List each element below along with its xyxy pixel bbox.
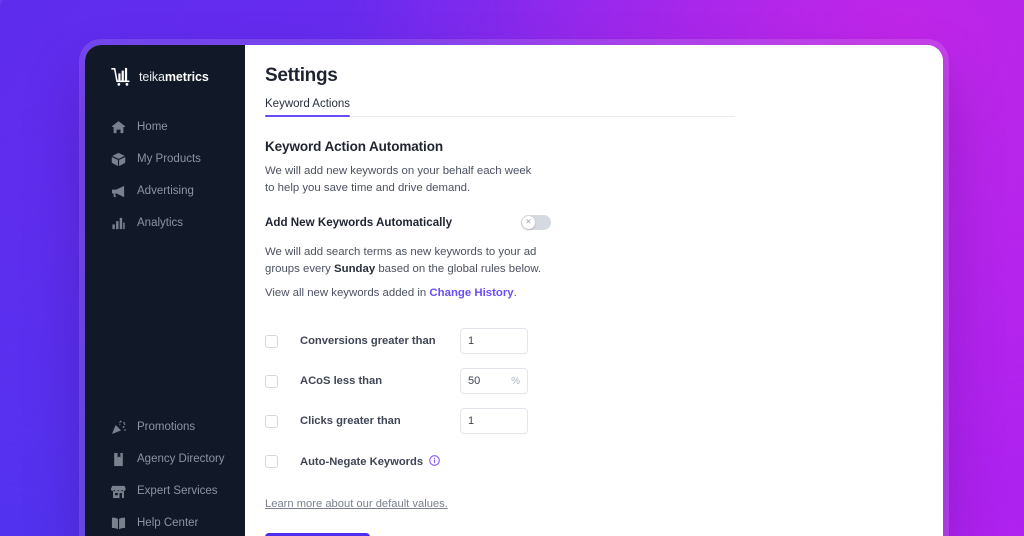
- sidebar: teikametrics Home My Products Advertisin: [85, 45, 245, 536]
- toggle-knob-x-icon: ✕: [522, 215, 535, 229]
- rule-value-conversions: 1: [468, 335, 475, 348]
- sidebar-item-advertising[interactable]: Advertising: [85, 175, 245, 207]
- tab-bar: Keyword Actions: [265, 98, 735, 117]
- sidebar-item-label: Analytics: [137, 217, 184, 229]
- auto-add-keywords-toggle[interactable]: ✕: [521, 214, 551, 230]
- brand-logo[interactable]: teikametrics: [85, 63, 245, 91]
- rule-checkbox-clicks[interactable]: [265, 414, 278, 428]
- change-history-link[interactable]: Change History: [429, 287, 513, 299]
- rule-checkbox-conversions[interactable]: [265, 334, 278, 348]
- sidebar-item-label: Expert Services: [137, 485, 218, 497]
- schedule-copy: We will add search terms as new keywords…: [265, 244, 551, 278]
- section-title: Keyword Action Automation: [265, 139, 443, 154]
- rule-row-auto-negate: Auto-Negate Keywords: [265, 442, 943, 481]
- auto-add-keywords-row: Add New Keywords Automatically ✕: [265, 214, 551, 230]
- brand-name: teikametrics: [139, 70, 209, 84]
- sidebar-item-label: Help Center: [137, 517, 199, 529]
- tab-label: Keyword Actions: [265, 98, 351, 110]
- rule-input-conversions[interactable]: 1: [460, 328, 528, 355]
- rule-value-clicks: 1: [468, 415, 475, 428]
- rule-label-auto-negate: Auto-Negate Keywords: [300, 455, 440, 468]
- rule-label-acos: ACoS less than: [300, 375, 383, 388]
- sidebar-item-label: My Products: [137, 153, 201, 165]
- sidebar-item-expert-services[interactable]: Expert Services: [85, 475, 245, 507]
- open-book-icon: [111, 516, 126, 531]
- tab-keyword-actions[interactable]: Keyword Actions: [265, 98, 351, 117]
- rule-checkbox-auto-negate[interactable]: [265, 454, 278, 468]
- sidebar-nav-secondary: Promotions Agency Directory Expert Servi…: [85, 411, 245, 536]
- learn-more-link[interactable]: Learn more about our default values.: [265, 498, 448, 510]
- rules-list: Conversions greater than 1 ACoS less tha…: [265, 322, 943, 481]
- megaphone-icon: [111, 184, 126, 199]
- sidebar-item-label: Promotions: [137, 421, 196, 433]
- app-window: teikametrics Home My Products Advertisin: [85, 45, 943, 536]
- info-circle-icon[interactable]: [429, 455, 440, 466]
- storefront-icon: [111, 484, 126, 499]
- rule-input-clicks[interactable]: 1: [460, 408, 528, 435]
- rule-value-acos: 50: [468, 375, 481, 388]
- schedule-copy-part2: based on the global rules below.: [375, 262, 542, 275]
- auto-negate-text: Auto-Negate Keywords: [300, 455, 424, 468]
- sidebar-item-my-products[interactable]: My Products: [85, 143, 245, 175]
- sidebar-item-label: Advertising: [137, 185, 194, 197]
- schedule-day: Sunday: [334, 262, 376, 275]
- sidebar-item-promotions[interactable]: Promotions: [85, 411, 245, 443]
- rule-row-acos: ACoS less than 50 %: [265, 362, 943, 401]
- section-description: We will add new keywords on your behalf …: [265, 165, 532, 194]
- brand-name-bold: metrics: [164, 70, 209, 84]
- sidebar-item-help-center[interactable]: Help Center: [85, 507, 245, 536]
- rule-input-acos[interactable]: 50 %: [460, 368, 528, 395]
- rule-row-clicks: Clicks greater than 1: [265, 402, 943, 441]
- sidebar-item-analytics[interactable]: Analytics: [85, 207, 245, 239]
- home-icon: [111, 120, 126, 135]
- rule-label-conversions: Conversions greater than: [300, 335, 436, 348]
- party-popper-icon: [111, 420, 126, 435]
- main-content: Settings Keyword Actions Keyword Action …: [245, 45, 943, 536]
- page-title: Settings: [265, 65, 338, 86]
- box-icon: [111, 152, 126, 167]
- rule-checkbox-acos[interactable]: [265, 374, 278, 388]
- sidebar-item-label: Home: [137, 121, 168, 133]
- change-history-copy: View all new keywords added in Change Hi…: [265, 285, 551, 302]
- notebook-icon: [111, 452, 126, 467]
- sidebar-item-agency-directory[interactable]: Agency Directory: [85, 443, 245, 475]
- brand-name-light: teika: [139, 70, 165, 84]
- bar-chart-icon: [111, 216, 126, 231]
- sidebar-item-label: Agency Directory: [137, 453, 225, 465]
- auto-add-keywords-label: Add New Keywords Automatically: [265, 215, 453, 229]
- change-history-copy-part2: .: [513, 286, 517, 299]
- rule-suffix-percent: %: [511, 375, 520, 387]
- change-history-copy-part1: View all new keywords added in: [265, 286, 430, 299]
- cart-bar-chart-logo-icon: [111, 67, 133, 87]
- sidebar-nav-primary: Home My Products Advertising Analytics: [85, 111, 245, 239]
- rule-label-clicks: Clicks greater than: [300, 415, 401, 428]
- sidebar-item-home[interactable]: Home: [85, 111, 245, 143]
- rule-row-conversions: Conversions greater than 1: [265, 322, 943, 361]
